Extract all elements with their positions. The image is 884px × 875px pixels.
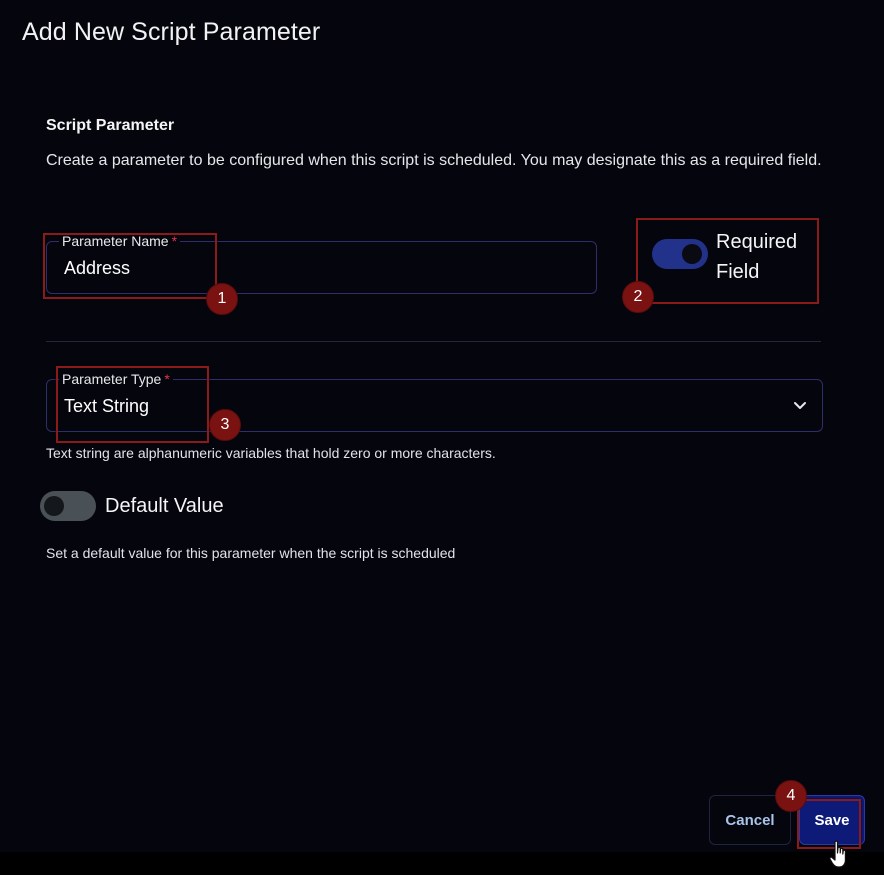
annotation-box-1 [43,233,217,299]
add-script-parameter-dialog: Add New Script Parameter Script Paramete… [0,0,884,852]
dialog-title: Add New Script Parameter [22,18,321,46]
default-value-helper: Set a default value for this parameter w… [46,545,456,561]
chevron-down-icon[interactable] [792,397,808,413]
annotation-box-3 [56,366,209,443]
section-title: Script Parameter [46,117,175,134]
section-divider [46,341,821,342]
annotation-badge-2: 2 [622,281,654,313]
annotation-badge-1: 1 [206,283,238,315]
hand-cursor-icon [829,840,846,868]
parameter-type-helper: Text string are alphanumeric variables t… [46,445,496,461]
default-value-toggle[interactable] [40,491,96,521]
section-description: Create a parameter to be configured when… [46,152,822,169]
bottom-strip [0,852,884,875]
toggle-knob [44,496,64,516]
annotation-box-2 [636,218,819,304]
annotation-badge-4: 4 [775,780,807,812]
annotation-badge-3: 3 [209,409,241,441]
default-value-label: Default Value [105,495,224,517]
